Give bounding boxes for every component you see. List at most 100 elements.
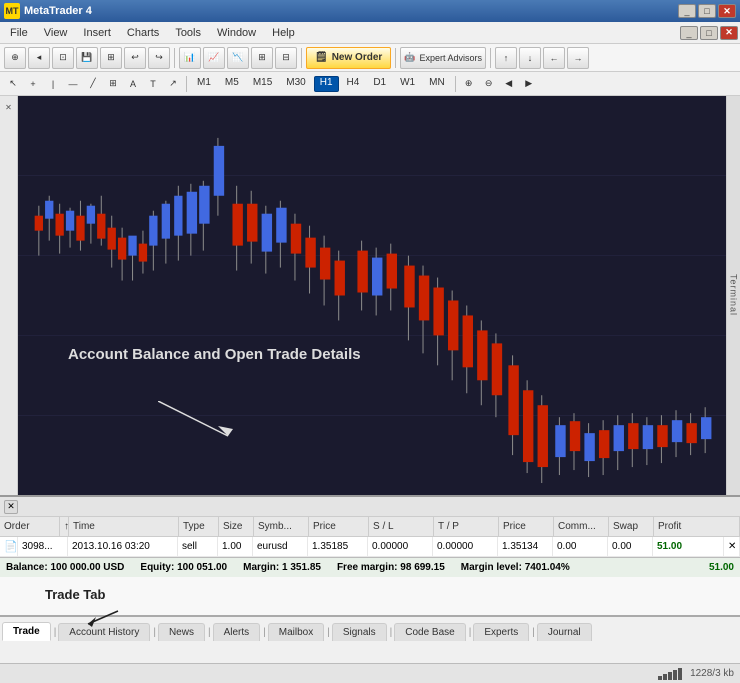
toolbar-print[interactable]: ⊞ xyxy=(100,47,122,69)
expert-advisors-button[interactable]: 🤖 Expert Advisors xyxy=(400,47,486,69)
new-order-button[interactable]: 🗒 New Order xyxy=(306,47,391,69)
balance-row: Balance: 100 000.00 USD Equity: 100 051.… xyxy=(0,557,740,577)
tab-journal[interactable]: Journal xyxy=(537,623,592,641)
tf-m15[interactable]: M15 xyxy=(247,76,278,92)
title-bar-left: MT MetaTrader 4 xyxy=(4,3,92,19)
tf-m30[interactable]: M30 xyxy=(280,76,311,92)
toolbar-chart2[interactable]: 📈 xyxy=(203,47,225,69)
cursor-tool[interactable]: ↖ xyxy=(4,75,22,93)
toolbar-left[interactable]: ← xyxy=(543,47,565,69)
menu-right-controls[interactable]: _ □ ✕ xyxy=(680,26,738,40)
menu-tools[interactable]: Tools xyxy=(167,25,209,41)
row-time: 2013.10.16 03:20 xyxy=(68,537,178,556)
label-tool[interactable]: T xyxy=(144,75,162,93)
main-toolbar: ⊕ ◂ ⊡ 💾 ⊞ ↩ ↪ 📊 📈 📉 ⊞ ⊟ 🗒 New Order 🤖 Ex… xyxy=(0,44,740,72)
tf-d1[interactable]: D1 xyxy=(367,76,392,92)
row-close-btn[interactable]: ✕ xyxy=(724,537,740,556)
scroll-chart-left[interactable]: ◀ xyxy=(500,75,518,93)
hline-tool[interactable]: — xyxy=(64,75,82,93)
toolbar-nav[interactable]: ⊡ xyxy=(52,47,74,69)
toolbar-chart3[interactable]: 📉 xyxy=(227,47,249,69)
tab-trade[interactable]: Trade xyxy=(2,622,51,641)
menu-file[interactable]: File xyxy=(2,25,36,41)
close-button[interactable]: ✕ xyxy=(718,4,736,18)
toolbar-redo[interactable]: ↪ xyxy=(148,47,170,69)
tabs-row: Trade | Account History | News | Alerts … xyxy=(0,617,740,641)
window-maximize[interactable]: □ xyxy=(700,26,718,40)
status-bar: 1228/3 kb xyxy=(0,663,740,683)
col-header-price: Price xyxy=(309,517,369,536)
zoom-out-button[interactable]: ⊖ xyxy=(480,75,498,93)
col-header-type: Type xyxy=(179,517,219,536)
table-row[interactable]: 📄 3098... 2013.10.16 03:20 sell 1.00 eur… xyxy=(0,537,740,557)
tab-mailbox[interactable]: Mailbox xyxy=(268,623,324,641)
toolbar-chart1[interactable]: 📊 xyxy=(179,47,201,69)
tab-code-base[interactable]: Code Base xyxy=(394,623,465,641)
col-header-profit: Profit xyxy=(654,517,740,536)
tf-w1[interactable]: W1 xyxy=(394,76,421,92)
toolbar-right[interactable]: → xyxy=(567,47,589,69)
window-close[interactable]: ✕ xyxy=(720,26,738,40)
row-type: sell xyxy=(178,537,218,556)
row-symbol: eurusd xyxy=(253,537,308,556)
menu-window[interactable]: Window xyxy=(209,25,264,41)
minimize-button[interactable]: _ xyxy=(678,4,696,18)
crosshair-tool[interactable]: + xyxy=(24,75,42,93)
tf-h1[interactable]: H1 xyxy=(314,76,339,92)
tf-m5[interactable]: M5 xyxy=(219,76,245,92)
tab-news[interactable]: News xyxy=(158,623,205,641)
vline-tool[interactable]: | xyxy=(44,75,62,93)
status-right: 1228/3 kb xyxy=(658,668,734,680)
scroll-chart-right[interactable]: ▶ xyxy=(520,75,538,93)
toolbar-chart5[interactable]: ⊟ xyxy=(275,47,297,69)
toolbar-up[interactable]: ↑ xyxy=(495,47,517,69)
bar3 xyxy=(668,672,672,680)
menu-insert[interactable]: Insert xyxy=(75,25,119,41)
row-swap: 0.00 xyxy=(608,537,653,556)
toolbar-new[interactable]: ⊕ xyxy=(4,47,26,69)
tf-h4[interactable]: H4 xyxy=(341,76,366,92)
toolbar-chart4[interactable]: ⊞ xyxy=(251,47,273,69)
toolbar-down[interactable]: ↓ xyxy=(519,47,541,69)
bar2 xyxy=(663,674,667,680)
signal-strength xyxy=(658,668,682,680)
window-minimize[interactable]: _ xyxy=(680,26,698,40)
terminal-table-header: Order ↑ Time Type Size Symb... Price S /… xyxy=(0,517,740,537)
candlestick-chart xyxy=(18,96,726,495)
zoom-in-button[interactable]: ⊕ xyxy=(460,75,478,93)
text-tool[interactable]: A xyxy=(124,75,142,93)
menu-charts[interactable]: Charts xyxy=(119,25,167,41)
tf-m1[interactable]: M1 xyxy=(191,76,217,92)
row-icon: 📄 xyxy=(0,537,18,556)
col-header-tp: T / P xyxy=(434,517,499,536)
tab-sep1: | xyxy=(52,624,59,641)
toolbar-save[interactable]: 💾 xyxy=(76,47,98,69)
tf-mn[interactable]: MN xyxy=(423,76,451,92)
arrow-tool[interactable]: ↗ xyxy=(164,75,182,93)
terminal-header: ✕ xyxy=(0,497,740,517)
tab-experts[interactable]: Experts xyxy=(473,623,529,641)
chart-area[interactable]: Account Balance and Open Trade Details xyxy=(18,96,726,495)
margin-text: Margin: 1 351.85 xyxy=(243,562,321,573)
tab-account-history[interactable]: Account History xyxy=(58,623,150,641)
main-area: ✕ Account Balance and Open Trade Details xyxy=(0,96,740,495)
tab-signals[interactable]: Signals xyxy=(332,623,387,641)
terminal-close[interactable]: ✕ xyxy=(4,500,18,514)
new-order-icon: 🗒 xyxy=(315,52,328,63)
tools-btn[interactable]: ⊞ xyxy=(104,75,122,93)
menu-view[interactable]: View xyxy=(36,25,76,41)
trendline-tool[interactable]: ╱ xyxy=(84,75,102,93)
side-panel: ✕ xyxy=(0,96,18,495)
menu-help[interactable]: Help xyxy=(264,25,303,41)
toolbar-undo[interactable]: ↩ xyxy=(124,47,146,69)
maximize-button[interactable]: □ xyxy=(698,4,716,18)
toolbar-back[interactable]: ◂ xyxy=(28,47,50,69)
row-curr-price: 1.35134 xyxy=(498,537,553,556)
terminal-panel: ✕ Order ↑ Time Type Size Symb... Price S… xyxy=(0,495,740,615)
side-close[interactable]: ✕ xyxy=(2,100,16,114)
tab-sep7: | xyxy=(467,624,474,641)
tab-alerts[interactable]: Alerts xyxy=(213,623,261,641)
col-header-sort[interactable]: ↑ xyxy=(60,517,69,536)
row-order: 3098... xyxy=(18,537,68,556)
title-bar-controls[interactable]: _ □ ✕ xyxy=(678,4,736,18)
